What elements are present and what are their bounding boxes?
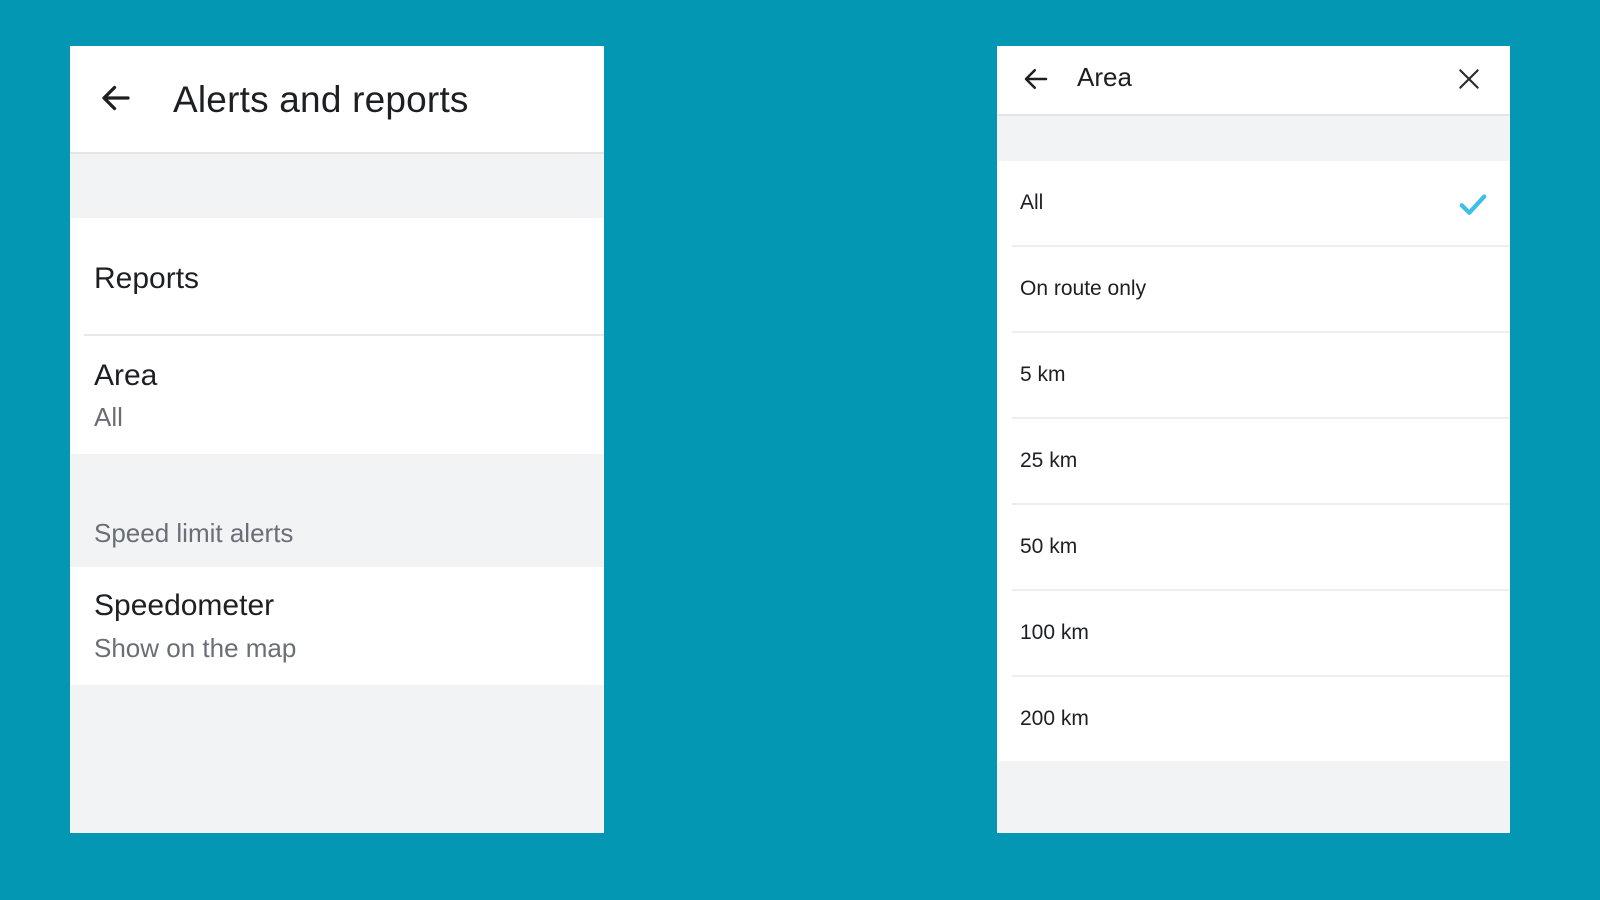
alerts-and-reports-panel: Alerts and reports Reports Area All Spee… xyxy=(70,46,604,833)
arrow-left-icon xyxy=(102,85,130,111)
checkmark-icon xyxy=(1459,194,1487,215)
reports-section: Reports Area All xyxy=(70,218,604,454)
reports-item[interactable]: Reports xyxy=(94,262,199,296)
option-label: All xyxy=(1020,191,1044,214)
area-selection-panel: Area All On route only 5 km 25 km 50 km … xyxy=(997,46,1510,833)
option-label: On route only xyxy=(1020,277,1147,300)
speedometer-label: Speedometer xyxy=(94,589,275,622)
arrow-left-icon xyxy=(1024,69,1048,89)
area-option-25km[interactable]: 25 km xyxy=(997,419,1510,505)
page-title: Area xyxy=(1077,62,1132,92)
area-option-on-route-only[interactable]: On route only xyxy=(997,247,1510,333)
close-icon xyxy=(1459,69,1479,89)
option-label: 5 km xyxy=(1020,363,1066,386)
close-button[interactable] xyxy=(1450,60,1488,98)
option-label: 200 km xyxy=(1020,707,1089,730)
speed-limit-alerts-header: Speed limit alerts xyxy=(94,518,294,548)
area-option-200km[interactable]: 200 km xyxy=(997,677,1510,763)
area-setting-value: All xyxy=(94,402,123,432)
option-label: 25 km xyxy=(1020,449,1078,472)
speedometer-value: Show on the map xyxy=(94,633,297,663)
back-button[interactable] xyxy=(1017,60,1055,98)
area-option-5km[interactable]: 5 km xyxy=(997,333,1510,419)
area-header: Area xyxy=(997,46,1510,116)
alerts-header: Alerts and reports xyxy=(70,46,604,154)
area-option-all[interactable]: All xyxy=(997,161,1510,247)
area-option-100km[interactable]: 100 km xyxy=(997,591,1510,677)
back-button[interactable] xyxy=(96,78,136,118)
area-options-list: All On route only 5 km 25 km 50 km 100 k… xyxy=(997,161,1510,761)
page-title: Alerts and reports xyxy=(173,79,469,120)
option-label: 50 km xyxy=(1020,535,1078,558)
option-label: 100 km xyxy=(1020,621,1089,644)
area-setting-label: Area xyxy=(94,359,158,392)
speedometer-setting-row[interactable]: Speedometer Show on the map xyxy=(70,567,604,685)
area-setting-row[interactable]: Area All xyxy=(70,336,604,454)
area-option-50km[interactable]: 50 km xyxy=(997,505,1510,591)
